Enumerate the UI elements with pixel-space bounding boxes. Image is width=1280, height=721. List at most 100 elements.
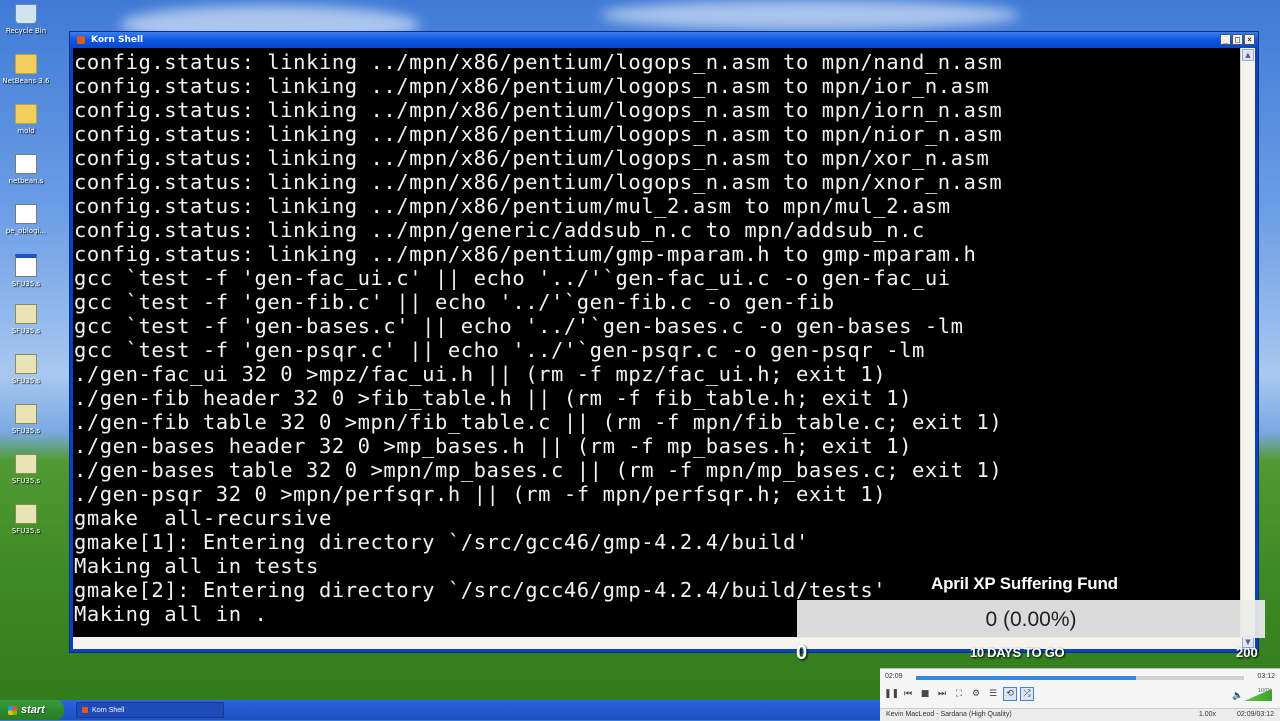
- terminal-line: ./gen-bases table 32 0 >mpn/mp_bases.c |…: [74, 458, 1003, 482]
- terminal-line: config.status: linking ../mpn/x86/pentiu…: [74, 74, 990, 98]
- maximize-button[interactable]: □: [1232, 34, 1243, 45]
- desktop-icon-file[interactable]: netbean.s: [2, 152, 50, 196]
- desktop-icon-label: SFU35.s: [11, 427, 41, 435]
- desktop-icon-label: NetBeans 3.6: [2, 77, 50, 85]
- folder-icon: [15, 104, 37, 124]
- terminal-line: ./gen-fib header 32 0 >fib_table.h || (r…: [74, 386, 912, 410]
- terminal-line: gcc `test -f 'gen-fac_ui.c' || echo '../…: [74, 266, 951, 290]
- player-controls: ❚❚ ⏮ ■ ⏭ ⛶ ⚙ ☰ ⟲ ⤮: [884, 687, 1034, 701]
- desktop-icon-folder[interactable]: NetBeans 3.6: [2, 52, 50, 96]
- playback-speed[interactable]: 1.00x: [1199, 711, 1216, 718]
- vertical-scrollbar[interactable]: ▲ ▼: [1240, 48, 1255, 649]
- volume-slider[interactable]: 🔈: [1232, 689, 1272, 701]
- fund-title: April XP Suffering Fund: [931, 574, 1118, 593]
- seek-bar-fill: [916, 676, 1136, 680]
- terminal-line: gmake[2]: Entering directory `/src/gcc46…: [74, 578, 887, 602]
- terminal-line: config.status: linking ../mpn/x86/pentiu…: [74, 98, 1003, 122]
- terminal-line: gcc `test -f 'gen-fib.c' || echo '../'`g…: [74, 290, 835, 314]
- program-icon: [15, 304, 37, 324]
- desktop-icon-program[interactable]: SFU35.s: [2, 502, 50, 546]
- terminal-line: config.status: linking ../mpn/x86/pentiu…: [74, 242, 977, 266]
- desktop-icon-program[interactable]: SFU35.s: [2, 402, 50, 446]
- shuffle-icon[interactable]: ⤮: [1020, 687, 1034, 701]
- program-icon: [15, 504, 37, 524]
- terminal-line: config.status: linking ../mpn/x86/pentiu…: [74, 194, 951, 218]
- folder-icon: [15, 54, 37, 74]
- fund-value: 0 (0.00%): [985, 608, 1077, 631]
- shell-icon: [77, 36, 85, 44]
- terminal-line: config.status: linking ../mpn/x86/pentiu…: [74, 50, 1003, 74]
- taskbar-item-label: Korn Shell: [92, 706, 125, 714]
- terminal-line: gmake[1]: Entering directory `/src/gcc46…: [74, 530, 809, 554]
- fund-min-label: 0: [796, 642, 808, 664]
- pause-button[interactable]: ❚❚: [884, 687, 899, 701]
- terminal-line: config.status: linking ../mpn/x86/pentiu…: [74, 146, 990, 170]
- desktop-icon-label: SFU35.s: [11, 280, 41, 288]
- taskbar-item-korn-shell[interactable]: Korn Shell: [76, 702, 224, 718]
- loop-icon[interactable]: ⟲: [1003, 687, 1017, 701]
- desktop-icon-window[interactable]: SFU35.s: [2, 252, 50, 296]
- desktop-icon-recycle-bin[interactable]: Recycle Bin: [2, 2, 50, 46]
- window-titlebar[interactable]: Korn Shell _ □ ×: [70, 32, 1258, 48]
- desktop-icon-label: SFU35.s: [11, 477, 41, 485]
- elapsed-time: 02:09: [885, 673, 903, 680]
- fund-progress-box: 0 (0.00%): [797, 600, 1265, 638]
- desktop-icon-file[interactable]: pe_oblogi...: [2, 202, 50, 246]
- stop-icon[interactable]: ■: [918, 687, 932, 701]
- file-icon: [15, 204, 37, 224]
- desktop-icon-label: netbean.s: [8, 177, 44, 185]
- terminal-lines: config.status: linking ../mpn/x86/pentiu…: [74, 50, 1002, 626]
- previous-icon[interactable]: ⏮: [901, 687, 915, 701]
- program-icon: [15, 454, 37, 474]
- desktop-icon-label: SFU35.s: [11, 527, 41, 535]
- terminal-line: ./gen-psqr 32 0 >mpn/perfsqr.h || (rm -f…: [74, 482, 887, 506]
- volume-level: [1244, 689, 1272, 701]
- minimize-button[interactable]: _: [1220, 34, 1231, 45]
- volume-icon[interactable]: 🔈: [1232, 691, 1243, 701]
- total-time: 03:12: [1257, 673, 1275, 680]
- windows-logo-icon: [8, 705, 17, 715]
- terminal-line: config.status: linking ../mpn/x86/pentiu…: [74, 170, 1003, 194]
- settings-icon[interactable]: ⚙: [969, 687, 983, 701]
- desktop-icon-program[interactable]: SFU35.s: [2, 352, 50, 396]
- taskbar: start Korn Shell: [0, 700, 880, 720]
- desktop-icon-folder[interactable]: mold: [2, 102, 50, 146]
- file-icon: [15, 154, 37, 174]
- desktop-icon-label: SFU35.s: [11, 327, 41, 335]
- seek-bar[interactable]: [916, 676, 1244, 680]
- desktop-icon-label: SFU35.s: [11, 377, 41, 385]
- horizontal-scrollbar[interactable]: [73, 637, 1241, 649]
- terminal-line: ./gen-fib table 32 0 >mpn/fib_table.c ||…: [74, 410, 1003, 434]
- terminal-line: gcc `test -f 'gen-bases.c' || echo '../'…: [74, 314, 964, 338]
- player-status-bar: Kevin MacLeod - Sardana (High Quality) 1…: [880, 708, 1280, 721]
- terminal-line: Making all in tests: [74, 554, 319, 578]
- next-icon[interactable]: ⏭: [935, 687, 949, 701]
- shell-icon: [82, 707, 88, 713]
- terminal-output[interactable]: config.status: linking ../mpn/x86/pentiu…: [73, 48, 1255, 649]
- close-button[interactable]: ×: [1244, 34, 1255, 45]
- terminal-line: gmake all-recursive: [74, 506, 332, 530]
- fullscreen-icon[interactable]: ⛶: [952, 687, 966, 701]
- window-controls: _ □ ×: [1220, 34, 1255, 45]
- korn-shell-window: Korn Shell _ □ × config.status: linking …: [69, 31, 1259, 653]
- desktop-icon-label: Recycle Bin: [5, 27, 47, 35]
- cloud: [600, 0, 1020, 30]
- start-button[interactable]: start: [0, 700, 64, 720]
- recycle-bin-icon: [15, 4, 37, 24]
- fund-days-label: 10 DAYS TO GO: [970, 645, 1065, 660]
- terminal-line: config.status: linking ../mpn/x86/pentiu…: [74, 122, 1003, 146]
- desktop-icon-program[interactable]: SFU35.s: [2, 302, 50, 346]
- desktop-icon-program[interactable]: SFU35.s: [2, 452, 50, 496]
- scroll-up-icon[interactable]: ▲: [1242, 49, 1254, 61]
- playback-position: 02:09/03:12: [1237, 711, 1274, 718]
- desktop-icon-label: mold: [17, 127, 35, 135]
- program-icon: [15, 354, 37, 374]
- window-icon: [15, 254, 37, 277]
- media-player: 02:09 03:12 ❚❚ ⏮ ■ ⏭ ⛶ ⚙ ☰ ⟲ ⤮ 100% 🔈 Ke…: [880, 668, 1280, 721]
- fund-max-label: 200: [1236, 645, 1258, 660]
- terminal-line: ./gen-fac_ui 32 0 >mpz/fac_ui.h || (rm -…: [74, 362, 887, 386]
- terminal-line: gcc `test -f 'gen-psqr.c' || echo '../'`…: [74, 338, 925, 362]
- playlist-icon[interactable]: ☰: [986, 687, 1000, 701]
- desktop-icon-label: pe_oblogi...: [5, 227, 47, 235]
- window-title: Korn Shell: [91, 35, 144, 45]
